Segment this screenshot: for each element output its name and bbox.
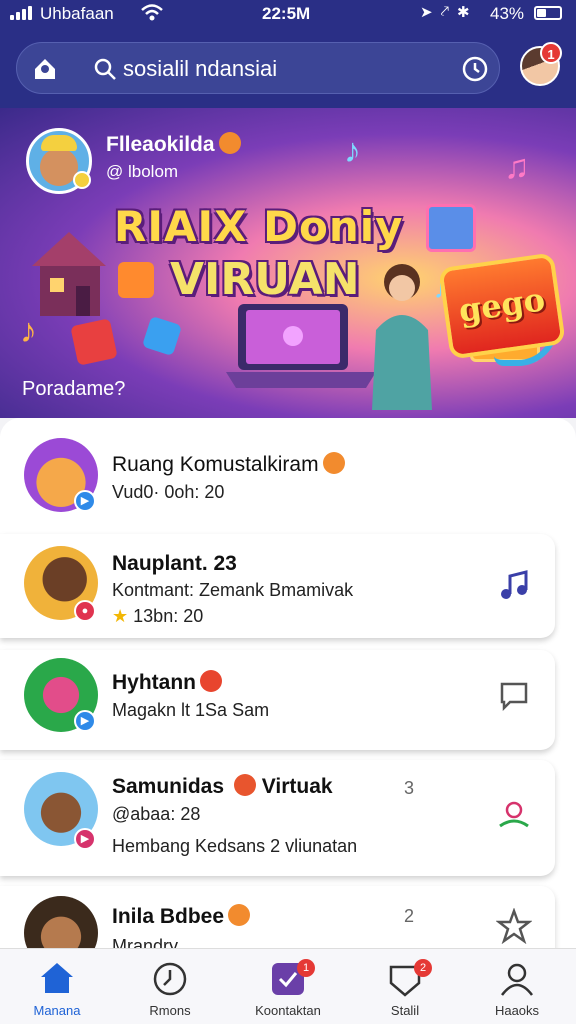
house-illustration xyxy=(32,232,106,316)
item-count: 3 xyxy=(404,778,415,798)
nav-badge: 1 xyxy=(297,959,315,977)
wifi-icon xyxy=(141,4,163,21)
gift-illustration xyxy=(426,204,476,252)
nav-status[interactable]: 2 Stalil xyxy=(350,949,460,1024)
nav-label: Rmons xyxy=(149,1003,191,1018)
record-badge-icon: ▶ xyxy=(74,828,96,850)
item-subtitle: Vud0· 0oh: 20 xyxy=(112,482,225,502)
dice-illustration xyxy=(70,318,118,366)
nav-contacts[interactable]: 1 Koontaktan xyxy=(233,949,343,1024)
signal-icon xyxy=(10,6,32,20)
location-icon: ➤ xyxy=(420,4,433,21)
record-badge-icon: ● xyxy=(74,600,96,622)
message-icon[interactable] xyxy=(496,676,532,712)
nav-profile[interactable]: Haaoks xyxy=(462,949,572,1024)
item-title: Samunidas Virtuak xyxy=(112,774,333,799)
home-icon xyxy=(41,963,73,993)
item-title: Hyhtann xyxy=(112,670,222,695)
avatar xyxy=(24,896,98,948)
item-title-part: Samunidas xyxy=(112,775,225,798)
profile-icon xyxy=(501,963,533,996)
list-item[interactable]: ▶ Ruang Komustalkiram Vud0· 0oh: 20 xyxy=(0,418,555,536)
music-note-icon: ♪ xyxy=(344,132,361,170)
nav-home[interactable]: Manana xyxy=(2,949,112,1024)
status-bar: Uhbafaan 22:5M ➤ ⤤ ✱ 43% xyxy=(0,0,576,30)
emoji-icon xyxy=(322,452,345,474)
music-note-icon: ♫ xyxy=(504,148,530,186)
video-badge-icon: ▶ xyxy=(74,710,96,732)
history-icon[interactable] xyxy=(461,55,489,83)
star-icon: ★ xyxy=(112,606,129,626)
item-subtitle: @abaa: 28 xyxy=(112,804,201,824)
app-header: sosialil ndansiai 1 xyxy=(0,30,576,108)
item-title-part: Virtuak xyxy=(261,775,333,798)
promo-sticker[interactable]: gego xyxy=(438,252,566,360)
item-title: Inila Bdbee xyxy=(112,904,251,929)
list-item[interactable]: ▶ Hyhtann Magakn lt 1Sa Sam xyxy=(0,650,555,750)
emoji-icon xyxy=(218,132,241,154)
plant-icon[interactable] xyxy=(496,798,532,834)
star-outline-icon[interactable] xyxy=(496,908,532,944)
nav-label: Stalil xyxy=(390,1003,420,1018)
battery-percent: 43% xyxy=(490,4,525,23)
laptop-illustration xyxy=(226,304,376,388)
nav-label: Haaoks xyxy=(494,1003,540,1018)
item-subtitle: Magakn lt 1Sa Sam xyxy=(112,700,270,720)
emoji-icon xyxy=(233,774,256,796)
item-meta: ★ 13bn: 20 xyxy=(112,606,204,626)
person-illustration xyxy=(372,264,432,410)
emoji-icon xyxy=(228,904,251,926)
search-input[interactable]: sosialil ndansiai xyxy=(123,56,277,82)
nav-history[interactable]: Rmons xyxy=(115,949,225,1024)
item-subtitle: Kontmant: Zemank Bmamivak xyxy=(112,580,354,600)
banner-user-handle: @ lbolom xyxy=(106,162,179,181)
item-count: 2 xyxy=(404,906,415,926)
item-subtitle: Mrandry xyxy=(112,936,179,948)
nav-badge: 2 xyxy=(414,959,432,977)
home-icon[interactable] xyxy=(31,55,59,83)
dice-illustration xyxy=(141,315,183,357)
carrier-name: Uhbafaan xyxy=(40,4,114,23)
nav-label: Manana xyxy=(33,1003,81,1018)
bluetooth-icon: ✱ xyxy=(457,4,470,21)
battery-icon xyxy=(534,6,562,20)
item-meta: Hembang Kedsans 2 vliunatan xyxy=(112,836,358,856)
item-title: Ruang Komustalkiram xyxy=(112,452,345,477)
search-bar[interactable]: sosialil ndansiai xyxy=(16,42,500,94)
music-note-icon: ♪ xyxy=(20,312,37,350)
emoji-icon xyxy=(200,670,222,692)
gift-illustration xyxy=(118,262,154,298)
list-item[interactable]: Inila Bdbee Mrandry 2 xyxy=(0,886,555,948)
clock-icon xyxy=(153,962,187,996)
list-item[interactable]: ● Nauplant. 23 Kontmant: Zemank Bmamivak… xyxy=(0,534,555,638)
search-icon xyxy=(94,58,116,80)
banner-user-name: Flleaokilda xyxy=(106,132,241,157)
navigation-icon: ⤤ xyxy=(440,3,450,20)
list-item[interactable]: ▶ Samunidas Virtuak @abaa: 28 Hembang Ke… xyxy=(0,760,555,876)
banner-user-avatar[interactable] xyxy=(26,128,92,194)
banner-title-line2: VIRUAN xyxy=(170,254,360,305)
notification-badge[interactable]: 1 xyxy=(540,42,562,64)
bottom-navigation: Manana Rmons 1 Koontaktan 2 Stalil Haaok… xyxy=(0,948,576,1024)
nav-label: Koontaktan xyxy=(255,1003,321,1018)
music-note-icon[interactable] xyxy=(496,568,532,604)
clock-time: 22:5M xyxy=(262,4,311,23)
video-badge-icon: ▶ xyxy=(74,490,96,512)
item-title: Nauplant. 23 xyxy=(112,552,237,575)
banner-title-line1: RIAIX Doniy xyxy=(114,202,404,251)
conversation-list: ▶ Ruang Komustalkiram Vud0· 0oh: 20 ● Na… xyxy=(0,418,576,948)
banner-question: Poradame? xyxy=(22,378,126,400)
